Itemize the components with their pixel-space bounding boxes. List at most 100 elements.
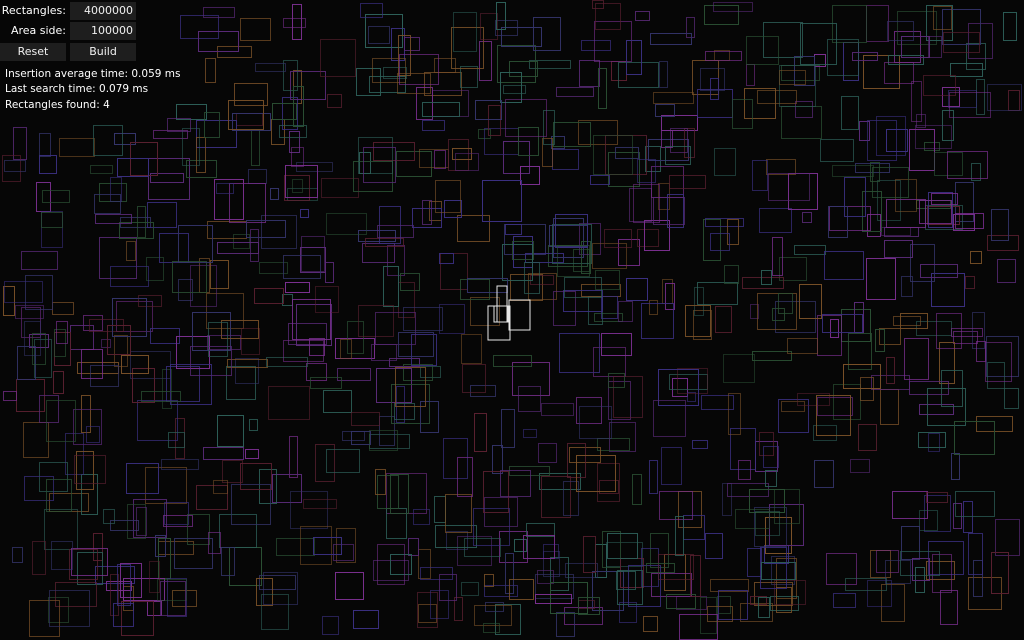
stored-rectangle: [276, 538, 315, 556]
stored-rectangle: [541, 476, 571, 518]
stored-rectangle: [383, 266, 399, 307]
stored-rectangle: [910, 244, 935, 282]
stored-rectangle: [763, 446, 779, 468]
stored-rectangle: [543, 551, 560, 577]
stored-rectangle: [351, 431, 371, 445]
stored-rectangle: [817, 397, 853, 416]
stored-rectangle: [675, 516, 684, 556]
stored-rectangle: [541, 403, 574, 416]
stored-rectangle: [925, 205, 963, 230]
stored-rectangle: [754, 507, 787, 547]
stored-rectangle: [843, 42, 859, 81]
stored-rectangle: [886, 357, 895, 384]
stored-rectangle: [649, 460, 658, 494]
stored-rectangle: [290, 491, 328, 529]
stored-rectangle: [119, 222, 154, 239]
stored-rectangle: [954, 421, 995, 455]
stored-rectangle: [210, 260, 229, 289]
stored-rectangle: [263, 572, 298, 605]
stored-rectangle: [292, 299, 331, 340]
stored-rectangle: [74, 455, 106, 484]
stored-rectangle: [710, 579, 749, 592]
stored-rectangle: [439, 253, 454, 264]
stored-rectangle: [439, 304, 465, 334]
stored-rectangle: [203, 447, 244, 460]
stored-rectangle: [13, 127, 27, 160]
stored-rectangle: [420, 567, 453, 580]
stored-rectangle: [884, 240, 913, 258]
stored-rectangle: [758, 597, 770, 618]
stored-rectangle: [608, 152, 640, 187]
stored-rectangle: [241, 328, 260, 355]
stored-rectangle: [746, 36, 779, 65]
stored-rectangle: [474, 605, 512, 626]
stored-rectangle: [335, 572, 364, 600]
stored-rectangle: [633, 184, 660, 223]
stored-rectangle: [48, 597, 69, 623]
stored-rectangle: [59, 138, 95, 157]
stored-rectangle: [207, 335, 241, 350]
stored-rectangle: [283, 340, 324, 362]
stored-rectangle: [629, 188, 652, 222]
stored-rectangle: [822, 314, 863, 333]
stored-rectangle: [892, 491, 928, 519]
stored-rectangle: [926, 5, 953, 41]
stored-rectangle: [413, 509, 430, 525]
stored-rectangle: [800, 23, 837, 65]
stored-rectangle: [991, 552, 1009, 594]
stored-rectangle: [592, 0, 604, 9]
stored-rectangle: [940, 590, 958, 625]
stored-rectangle: [208, 532, 221, 554]
area-side-input[interactable]: [70, 22, 136, 40]
stored-rectangle: [626, 40, 642, 75]
stored-rectangle: [752, 351, 792, 361]
stored-rectangle: [176, 104, 207, 120]
stored-rectangle: [376, 368, 412, 403]
stored-rectangle: [590, 175, 610, 185]
stored-rectangle: [752, 160, 768, 191]
build-button[interactable]: Build: [70, 43, 136, 61]
stored-rectangle: [196, 137, 206, 173]
reset-button[interactable]: Reset: [0, 43, 66, 61]
stored-rectangle: [326, 213, 367, 235]
found-rectangle: [493, 305, 509, 323]
stored-rectangle: [533, 17, 561, 51]
stored-rectangle: [172, 590, 197, 607]
stored-rectangle: [42, 190, 70, 203]
area-side-label: Area side:: [10, 24, 66, 37]
stored-rectangle: [553, 122, 591, 147]
stored-rectangle: [70, 325, 94, 350]
stored-rectangle: [36, 182, 51, 212]
stored-rectangle: [387, 245, 405, 276]
rectangle-scene-canvas[interactable]: [0, 0, 1024, 640]
stored-rectangle: [795, 101, 813, 118]
stored-rectangle: [180, 15, 219, 39]
stored-rectangle: [347, 321, 364, 354]
stored-rectangle: [593, 135, 633, 175]
stored-rectangle: [288, 323, 327, 345]
stored-rectangle: [485, 602, 504, 612]
stored-rectangle: [205, 58, 216, 83]
stored-rectangle: [216, 183, 234, 194]
stored-rectangle: [601, 296, 618, 319]
stored-rectangle: [484, 585, 518, 597]
stored-rectangle: [987, 362, 1005, 389]
stored-rectangle: [240, 18, 271, 41]
stored-rectangle: [781, 401, 805, 412]
rectangles-input[interactable]: [70, 2, 136, 20]
stored-rectangle: [705, 51, 742, 61]
stored-rectangle: [928, 433, 940, 452]
stored-rectangle: [325, 262, 334, 283]
stored-rectangle: [460, 66, 478, 88]
stored-rectangle: [232, 113, 271, 131]
stored-rectangle: [46, 400, 76, 442]
stored-rectangle: [826, 553, 857, 585]
stored-rectangle: [167, 578, 187, 617]
found-rectangle: [496, 285, 508, 323]
stored-rectangle: [90, 165, 113, 174]
stored-rectangle: [867, 214, 881, 237]
stored-rectangle: [926, 561, 955, 580]
rectangles-layer: [2, 0, 1022, 640]
stored-rectangle: [626, 278, 648, 301]
stored-rectangle: [404, 37, 420, 51]
